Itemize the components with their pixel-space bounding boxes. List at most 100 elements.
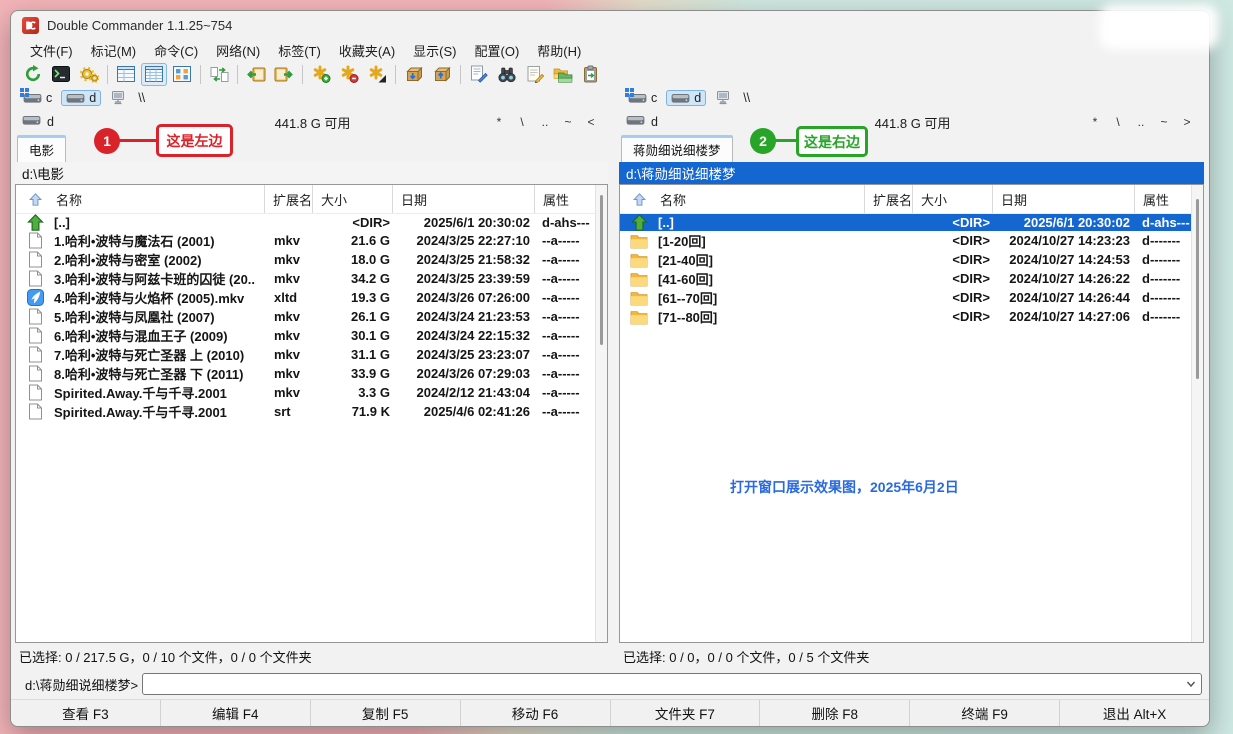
refresh-icon[interactable] xyxy=(20,63,46,86)
pack-icon[interactable] xyxy=(401,63,427,86)
drive-button-c[interactable]: c xyxy=(623,90,662,106)
menu-item[interactable]: 显示(S) xyxy=(404,40,465,61)
drive-button-c[interactable]: c xyxy=(18,90,57,106)
column-header-date[interactable]: 日期 xyxy=(392,185,534,213)
tab-jiangxun[interactable]: 蒋勋细说细楼梦 xyxy=(621,135,733,162)
title-bar[interactable]: Double Commander 1.1.25~754 xyxy=(11,11,1209,39)
copy-clipboard-icon[interactable] xyxy=(578,63,604,86)
drive-button-d[interactable]: d xyxy=(666,90,706,106)
fn-button-f7[interactable]: 文件夹 F7 xyxy=(610,700,760,726)
right-scrollbar[interactable] xyxy=(1191,185,1203,642)
annotation-label-right: 这是右边 xyxy=(796,126,868,157)
fn-button-f4[interactable]: 编辑 F4 xyxy=(160,700,310,726)
file-attr: d-ahs--- xyxy=(1134,215,1191,230)
terminal-icon[interactable] xyxy=(48,63,74,86)
options-gears-icon[interactable] xyxy=(76,63,102,86)
network-button[interactable] xyxy=(710,89,736,107)
toolbar-separator xyxy=(302,65,303,84)
file-row[interactable]: Spirited.Away.千与千寻.2001mkv3.3 G2024/2/12… xyxy=(16,383,595,402)
column-header-ext[interactable]: 扩展名 xyxy=(264,185,312,213)
sync-dirs-icon[interactable] xyxy=(550,63,576,86)
menu-item[interactable]: 命令(C) xyxy=(145,40,207,61)
panel-nav-button[interactable]: \ xyxy=(512,114,532,130)
command-input[interactable] xyxy=(143,675,1181,693)
panel-nav-button[interactable]: .. xyxy=(535,114,555,130)
file-row[interactable]: 6.哈利•波特与混血王子 (2009)mkv30.1 G2024/3/24 22… xyxy=(16,326,595,345)
search-icon[interactable] xyxy=(494,63,520,86)
column-header-name[interactable]: 名称 xyxy=(54,185,264,213)
menu-item[interactable]: 收藏夹(A) xyxy=(330,40,404,61)
multi-rename-icon[interactable] xyxy=(466,63,492,86)
unselect-group-icon[interactable] xyxy=(336,63,362,86)
file-row[interactable]: [1-20回]<DIR>2024/10/27 14:23:23d------- xyxy=(620,231,1191,250)
column-header-size[interactable]: 大小 xyxy=(312,185,392,213)
menu-item[interactable]: 标记(M) xyxy=(82,40,146,61)
column-header-ext[interactable]: 扩展名 xyxy=(864,185,912,213)
column-header-name[interactable]: 名称 xyxy=(658,185,864,213)
file-row[interactable]: 7.哈利•波特与死亡圣器 上 (2010)mkv31.1 G2024/3/25 … xyxy=(16,345,595,364)
right-path-bar[interactable]: d:\蒋勋细说细楼梦 xyxy=(619,162,1204,184)
panel-nav-button[interactable]: < xyxy=(581,114,601,130)
left-scrollbar[interactable] xyxy=(595,185,607,642)
go-forward-icon[interactable] xyxy=(271,63,297,86)
fn-button-f9[interactable]: 终端 F9 xyxy=(909,700,1059,726)
column-header-attr[interactable]: 属性 xyxy=(534,185,595,213)
panel-nav-button[interactable]: > xyxy=(1177,114,1197,130)
edit-icon[interactable] xyxy=(522,63,548,86)
file-row[interactable]: Spirited.Away.千与千寻.2001srt71.9 K2025/4/6… xyxy=(16,402,595,421)
left-scrollbar-thumb[interactable] xyxy=(600,195,603,345)
fn-button-alt-x[interactable]: 退出 Alt+X xyxy=(1059,700,1209,726)
menu-item[interactable]: 标签(T) xyxy=(269,40,330,61)
file-attr: --a----- xyxy=(534,385,595,400)
column-header-size[interactable]: 大小 xyxy=(912,185,992,213)
panel-nav-button[interactable]: .. xyxy=(1131,114,1151,130)
drive-button-d[interactable]: d xyxy=(61,90,101,106)
file-row[interactable]: 3.哈利•波特与阿兹卡班的囚徒 (20..mkv34.2 G2024/3/25 … xyxy=(16,269,595,288)
brief-view-icon[interactable] xyxy=(113,63,139,86)
file-row[interactable]: 5.哈利•波特与凤凰社 (2007)mkv26.1 G2024/3/24 21:… xyxy=(16,307,595,326)
file-row[interactable]: 1.哈利•波特与魔法石 (2001)mkv21.6 G2024/3/25 22:… xyxy=(16,231,595,250)
annotation-badge-2: 2 xyxy=(750,128,776,154)
file-row[interactable]: [41-60回]<DIR>2024/10/27 14:26:22d------- xyxy=(620,269,1191,288)
file-row[interactable]: [61--70回]<DIR>2024/10/27 14:26:44d------… xyxy=(620,288,1191,307)
column-header-date[interactable]: 日期 xyxy=(992,185,1134,213)
menu-item[interactable]: 帮助(H) xyxy=(528,40,590,61)
fn-button-f3[interactable]: 查看 F3 xyxy=(11,700,160,726)
fn-button-f5[interactable]: 复制 F5 xyxy=(310,700,460,726)
go-back-icon[interactable] xyxy=(243,63,269,86)
drive-label[interactable]: d xyxy=(47,115,54,129)
panel-nav-button[interactable]: ~ xyxy=(558,114,578,130)
left-path-bar[interactable]: d:\电影 xyxy=(15,162,608,184)
sort-arrow-icon[interactable] xyxy=(16,185,54,213)
tab-movies[interactable]: 电影 xyxy=(17,135,66,162)
drive-label[interactable]: d xyxy=(651,115,658,129)
panel-nav-button[interactable]: ~ xyxy=(1154,114,1174,130)
menu-item[interactable]: 配置(O) xyxy=(466,40,529,61)
panel-nav-button[interactable]: \ xyxy=(1108,114,1128,130)
file-row[interactable]: [71--80回]<DIR>2024/10/27 14:27:06d------… xyxy=(620,307,1191,326)
file-row[interactable]: [..]<DIR>2025/6/1 20:30:02d-ahs--- xyxy=(16,214,595,231)
chevron-down-icon[interactable] xyxy=(1181,678,1201,690)
thumbnails-view-icon[interactable] xyxy=(169,63,195,86)
sort-arrow-icon[interactable] xyxy=(620,185,658,213)
panel-nav-button[interactable]: * xyxy=(1085,114,1105,130)
extract-icon[interactable] xyxy=(429,63,455,86)
command-input-combobox[interactable] xyxy=(142,673,1202,695)
fn-button-f6[interactable]: 移动 F6 xyxy=(460,700,610,726)
file-row[interactable]: 2.哈利•波特与密室 (2002)mkv18.0 G2024/3/25 21:5… xyxy=(16,250,595,269)
invert-selection-icon[interactable] xyxy=(364,63,390,86)
file-row[interactable]: [21-40回]<DIR>2024/10/27 14:24:53d------- xyxy=(620,250,1191,269)
full-view-icon[interactable] xyxy=(141,63,167,86)
file-row[interactable]: 8.哈利•波特与死亡圣器 下 (2011)mkv33.9 G2024/3/26 … xyxy=(16,364,595,383)
menu-item[interactable]: 网络(N) xyxy=(207,40,269,61)
select-group-icon[interactable] xyxy=(308,63,334,86)
menu-item[interactable]: 文件(F) xyxy=(21,40,82,61)
file-row[interactable]: [..]<DIR>2025/6/1 20:30:02d-ahs--- xyxy=(620,214,1191,231)
right-scrollbar-thumb[interactable] xyxy=(1196,199,1199,379)
column-header-attr[interactable]: 属性 xyxy=(1134,185,1191,213)
panel-nav-button[interactable]: * xyxy=(489,114,509,130)
fn-button-f8[interactable]: 删除 F8 xyxy=(759,700,909,726)
network-button[interactable] xyxy=(105,89,131,107)
file-row[interactable]: 4.哈利•波特与火焰杯 (2005).mkvxltd19.3 G2024/3/2… xyxy=(16,288,595,307)
swap-panels-icon[interactable] xyxy=(206,63,232,86)
